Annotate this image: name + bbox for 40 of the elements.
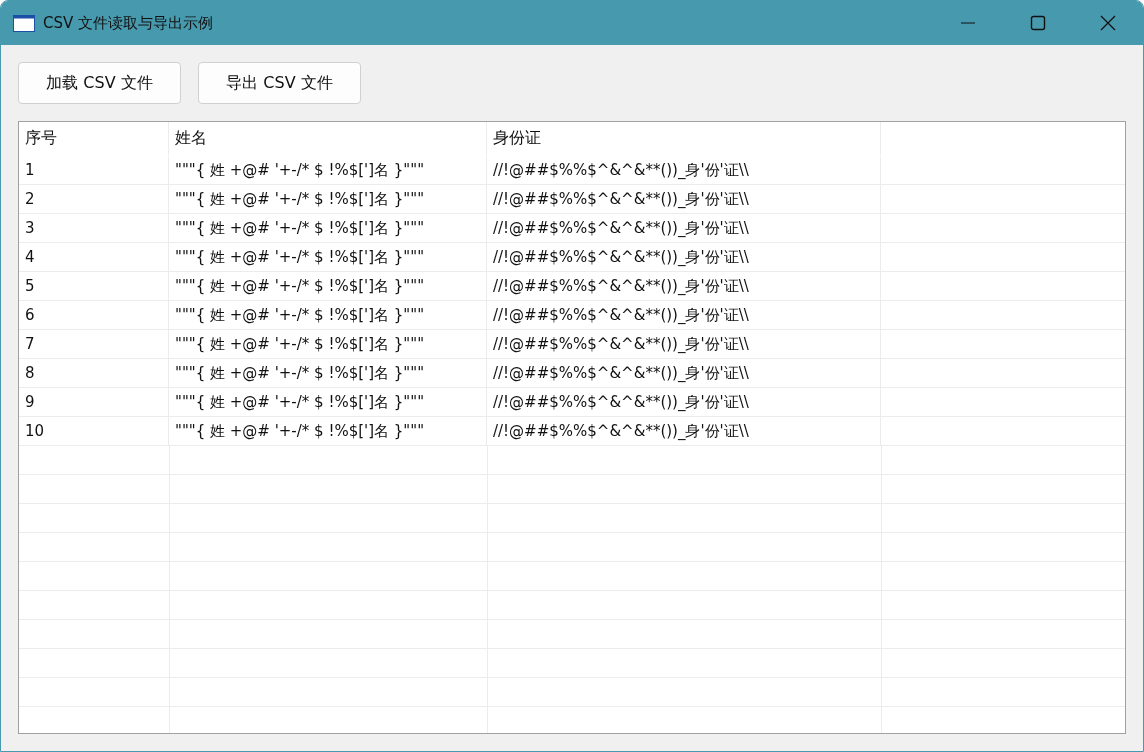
- table-cell: 7: [19, 330, 169, 358]
- window-icon: [13, 14, 35, 32]
- table-cell: 6: [19, 301, 169, 329]
- table-cell: //!@##$%%$^&^&**())_身'份'证\\: [487, 156, 881, 184]
- load-csv-button[interactable]: 加载 CSV 文件: [18, 62, 181, 104]
- column-header: 姓名: [169, 122, 487, 155]
- table-cell: """{ 姓 +@# '+-/* $ !%$[']名 }""": [169, 243, 487, 271]
- table-cell: //!@##$%%$^&^&**())_身'份'证\\: [487, 214, 881, 242]
- table-cell: """{ 姓 +@# '+-/* $ !%$[']名 }""": [169, 156, 487, 184]
- table-cell: 2: [19, 185, 169, 213]
- column-header: 身份证: [487, 122, 881, 155]
- table-cell: 10: [19, 417, 169, 445]
- table-cell: //!@##$%%$^&^&**())_身'份'证\\: [487, 388, 881, 416]
- table-cell: 5: [19, 272, 169, 300]
- table-cell: """{ 姓 +@# '+-/* $ !%$[']名 }""": [169, 272, 487, 300]
- table-cell: //!@##$%%$^&^&**())_身'份'证\\: [487, 272, 881, 300]
- table-cell: """{ 姓 +@# '+-/* $ !%$[']名 }""": [169, 185, 487, 213]
- table-cell: //!@##$%%$^&^&**())_身'份'证\\: [487, 330, 881, 358]
- table-cell: 1: [19, 156, 169, 184]
- table-cell: //!@##$%%$^&^&**())_身'份'证\\: [487, 359, 881, 387]
- table-cell: """{ 姓 +@# '+-/* $ !%$[']名 }""": [169, 417, 487, 445]
- table-cell: """{ 姓 +@# '+-/* $ !%$[']名 }""": [169, 359, 487, 387]
- table-cell: 3: [19, 214, 169, 242]
- export-csv-button[interactable]: 导出 CSV 文件: [198, 62, 361, 104]
- table-cell: 4: [19, 243, 169, 271]
- window-title: CSV 文件读取与导出示例: [43, 13, 215, 33]
- table-cell: //!@##$%%$^&^&**())_身'份'证\\: [487, 185, 881, 213]
- table-cell: 9: [19, 388, 169, 416]
- close-icon: [1100, 15, 1116, 31]
- maximize-icon: [1030, 15, 1046, 31]
- table-cell: //!@##$%%$^&^&**())_身'份'证\\: [487, 417, 881, 445]
- table-cell: """{ 姓 +@# '+-/* $ !%$[']名 }""": [169, 330, 487, 358]
- table-cell: """{ 姓 +@# '+-/* $ !%$[']名 }""": [169, 301, 487, 329]
- table-cell: 8: [19, 359, 169, 387]
- column-header: 序号: [19, 122, 169, 155]
- table-cell: //!@##$%%$^&^&**())_身'份'证\\: [487, 301, 881, 329]
- minimize-icon: [961, 22, 975, 24]
- table-cell: //!@##$%%$^&^&**())_身'份'证\\: [487, 243, 881, 271]
- table-cell: """{ 姓 +@# '+-/* $ !%$[']名 }""": [169, 214, 487, 242]
- table-cell: """{ 姓 +@# '+-/* $ !%$[']名 }""": [169, 388, 487, 416]
